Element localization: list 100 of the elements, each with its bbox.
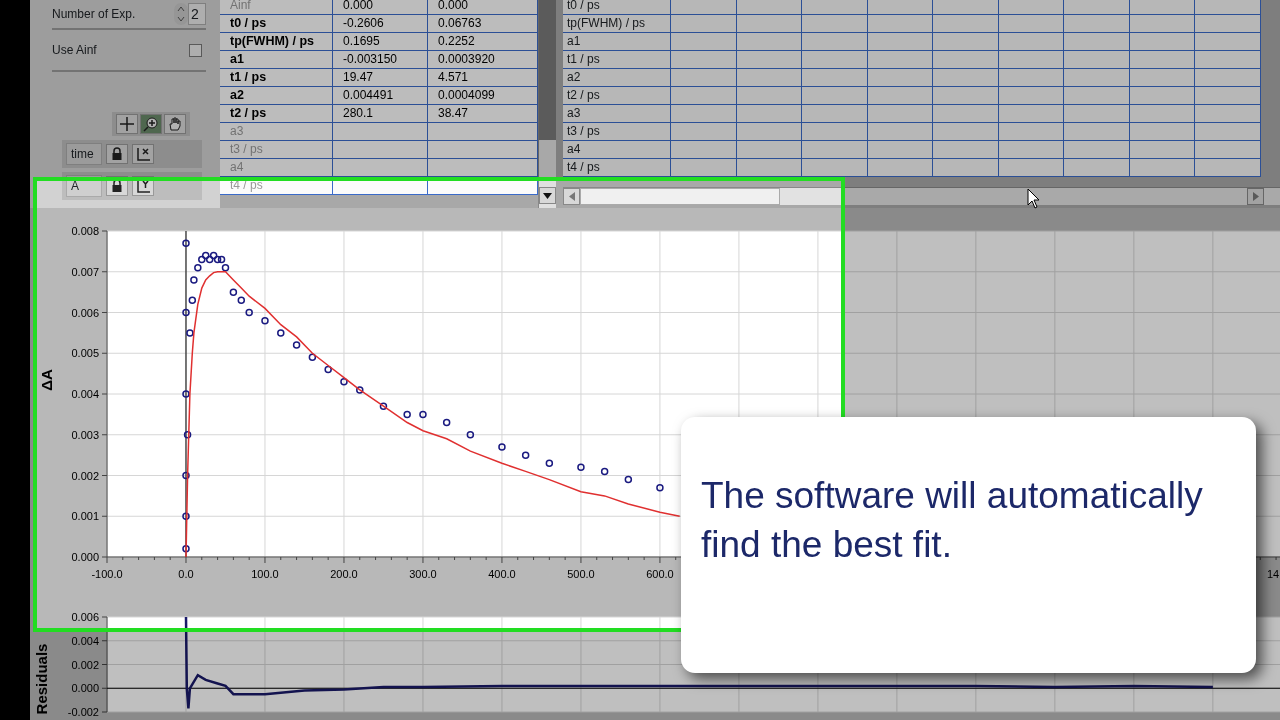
table-cell: 38.47 [428,105,538,123]
table-cell [998,69,1064,87]
tick-label: 14 [1267,568,1280,580]
table-cell [1129,33,1195,51]
point [182,512,190,520]
table-cell: 0.0003920 [428,51,538,69]
table-cell [736,123,802,141]
point [656,483,664,492]
table-cell [671,105,737,123]
tick-label: 0.005 [71,347,99,360]
point [194,263,202,272]
point [182,239,190,247]
table-cell [933,69,999,87]
table-cell [802,51,868,69]
table-cell [671,123,737,141]
table-cell [736,0,802,15]
row-label: a1 [563,33,671,51]
number-field[interactable]: 2 [188,3,206,25]
point [237,296,246,305]
table-cell [867,33,933,51]
table-cell: 0.0004099 [428,87,538,105]
point [245,308,253,317]
row-label: a2 [220,87,333,105]
table-cell [1195,33,1261,51]
scroll-down-icon[interactable] [539,187,556,204]
zoom-icon[interactable] [140,114,162,134]
table-cell [998,159,1064,177]
table-cell [933,33,999,51]
row-label: t3 / ps [220,141,333,159]
table-cell [802,123,868,141]
table-cell [1129,123,1195,141]
table-cell [1195,0,1261,15]
tick-label: 0.003 [71,428,99,441]
row-label: t4 / ps [563,159,671,177]
lock-icon[interactable] [106,144,128,164]
table-cell [1129,87,1195,105]
tick-label: 0.006 [71,611,99,623]
row-label: t0 / ps [563,0,671,15]
axis-icon[interactable] [132,144,154,164]
table-cell [1195,87,1261,105]
table-cell [998,15,1064,33]
crosshair-icon[interactable] [116,114,138,134]
table-cell: 0.1695 [333,33,428,51]
table-cell [1064,105,1130,123]
table-cell [1129,15,1195,33]
point [577,463,585,472]
scroll-right-icon[interactable] [1247,188,1264,205]
point [209,251,218,260]
point [379,402,388,410]
table-cell: 280.1 [333,105,428,123]
checkbox[interactable] [189,43,202,57]
tick-label: 0.002 [71,658,99,671]
table-cell [933,141,999,159]
row-label: t1 / ps [563,51,671,69]
table-cell [1195,69,1261,87]
point [182,390,190,398]
point [356,386,364,394]
table-cell [933,0,999,15]
scroll-left-icon[interactable] [563,188,580,205]
point [186,329,194,337]
table-cell [1129,105,1195,123]
table-cell [1195,159,1261,177]
tick-label: 0.002 [71,469,99,482]
spinner-icon[interactable] [174,3,188,25]
table-cell [867,87,933,105]
table-cell [1129,159,1195,177]
table-cell [802,69,868,87]
table-cell [1064,15,1130,33]
tick-label: 0.006 [71,306,99,319]
table-cell [1195,141,1261,159]
point [324,365,332,374]
table-cell: -0.2606 [333,15,428,33]
point [624,475,633,484]
table-cell [736,15,802,33]
point [201,251,210,260]
tick-label: 0.007 [71,265,99,278]
table-cell [998,51,1064,69]
tick-label: 500.0 [567,568,595,580]
checkbox-label: Use Ainf [52,42,97,59]
hand-icon[interactable] [164,114,186,134]
row-label: tp(FWHM) / ps [563,15,671,33]
row-label: a3 [563,105,671,123]
table-cell [933,123,999,141]
table-cell [998,87,1064,105]
table-cell [736,51,802,69]
row-label: t3 / ps [563,123,671,141]
point [466,431,475,439]
table-cell [671,141,737,159]
table-cell: 4.571 [428,69,538,87]
table-cell: 0.004491 [333,87,428,105]
point [442,418,451,427]
tick-label: 0.001 [71,510,99,523]
table-cell [867,69,933,87]
table-cell [671,159,737,177]
axis-title: ΔA [38,369,55,391]
table-cell [802,33,868,51]
scrollbar-thumb[interactable] [580,188,780,205]
table-cell [1195,123,1261,141]
scrollbar-thumb[interactable] [539,0,556,140]
table-cell [1129,141,1195,159]
